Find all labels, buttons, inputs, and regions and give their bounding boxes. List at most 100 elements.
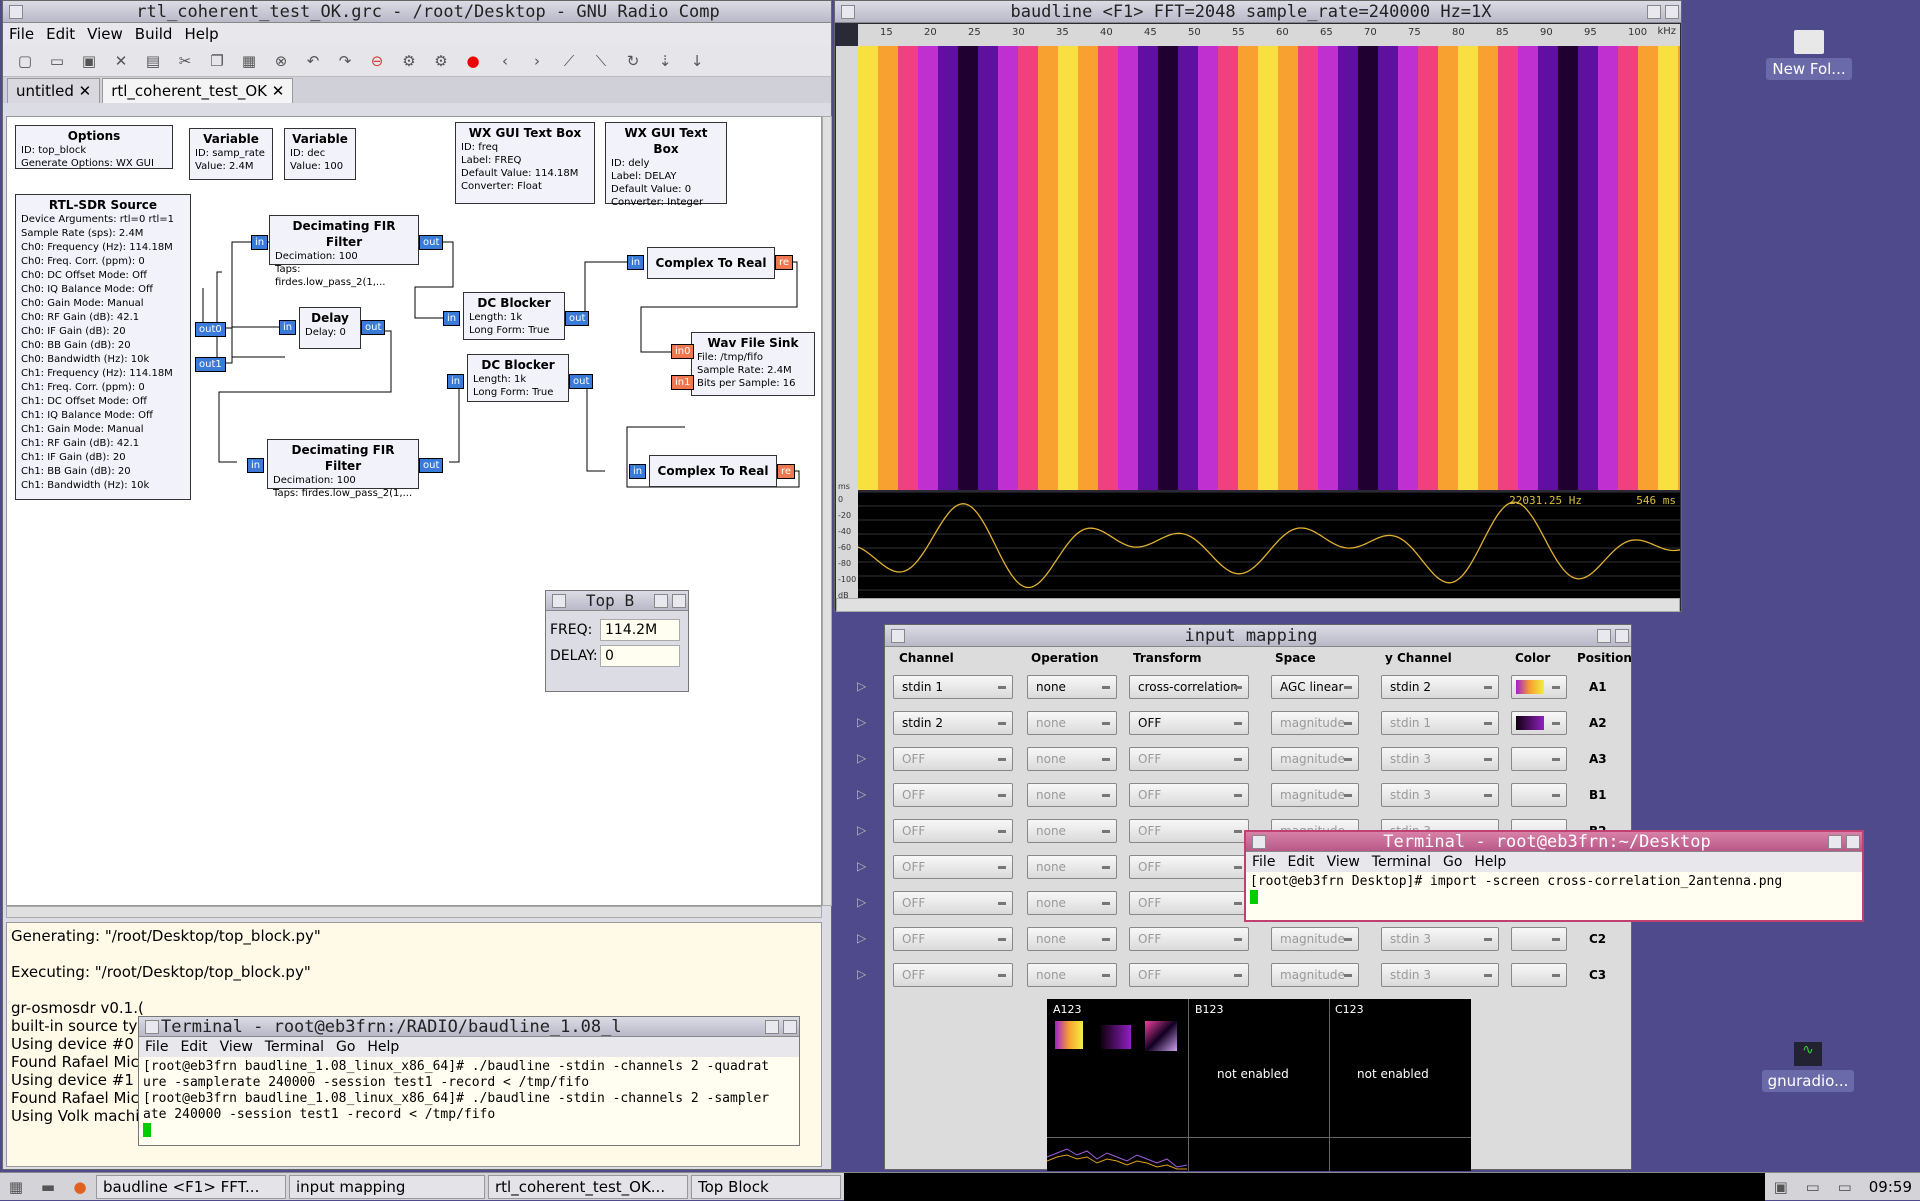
mapping-op-select[interactable]: none bbox=[1027, 675, 1117, 699]
menu-go[interactable]: Go bbox=[336, 1039, 355, 1055]
mapping-color-select[interactable] bbox=[1511, 963, 1567, 987]
port-out[interactable]: out bbox=[569, 374, 594, 389]
mapping-color-select[interactable] bbox=[1511, 783, 1567, 807]
mapping-sp-select[interactable]: magnitude bbox=[1271, 963, 1359, 987]
port-out[interactable]: out bbox=[419, 235, 444, 250]
mapping-color-select[interactable] bbox=[1511, 747, 1567, 771]
port-out[interactable]: out bbox=[565, 311, 590, 326]
workspace-icon[interactable]: ▣ bbox=[1771, 1177, 1791, 1197]
port-in[interactable]: in bbox=[247, 458, 265, 473]
execute-icon[interactable]: ⚙ bbox=[431, 51, 451, 71]
input-mapping-titlebar[interactable]: input mapping bbox=[885, 625, 1631, 647]
new-icon[interactable]: ▢ bbox=[15, 51, 35, 71]
reload-icon[interactable]: ↻ bbox=[623, 51, 643, 71]
port-out[interactable]: out bbox=[419, 458, 444, 473]
baudline-titlebar[interactable]: baudline <F1> FFT=2048 sample_rate=24000… bbox=[835, 1, 1681, 23]
block-wx-freq[interactable]: WX GUI Text Box ID: freq Label: FREQ Def… bbox=[455, 122, 595, 204]
mapping-tr-select[interactable]: OFF bbox=[1129, 855, 1249, 879]
block-rtl-sdr-source[interactable]: RTL-SDR Source Device Arguments: rtl=0 r… bbox=[15, 194, 191, 500]
mapping-sp-select[interactable]: magnitude bbox=[1271, 783, 1359, 807]
minimize-icon[interactable] bbox=[1647, 4, 1661, 19]
menu-edit[interactable]: Edit bbox=[46, 25, 75, 43]
menu-edit[interactable]: Edit bbox=[180, 1039, 207, 1055]
flowgraph-canvas[interactable]: Options ID: top_block Generate Options: … bbox=[6, 116, 822, 906]
disable-icon[interactable]: ⟍ bbox=[591, 51, 611, 71]
window-menu-icon[interactable] bbox=[891, 628, 905, 643]
tab-rtl-coherent[interactable]: rtl_coherent_test_OK ✕ bbox=[102, 78, 294, 103]
port-in[interactable]: in bbox=[447, 374, 465, 389]
maximize-icon[interactable] bbox=[1665, 4, 1679, 19]
window-menu-icon[interactable] bbox=[552, 593, 566, 608]
menu-view[interactable]: View bbox=[1327, 854, 1360, 870]
open-icon[interactable]: ▭ bbox=[47, 51, 67, 71]
mapping-ch-select[interactable]: OFF bbox=[893, 927, 1013, 951]
mapping-yc-select[interactable]: stdin 3 bbox=[1381, 747, 1499, 771]
print-icon[interactable]: ▤ bbox=[143, 51, 163, 71]
mapping-op-select[interactable]: none bbox=[1027, 783, 1117, 807]
mapping-tr-select[interactable]: cross-correlation bbox=[1129, 675, 1249, 699]
port-re[interactable]: re bbox=[775, 255, 794, 270]
mapping-yc-select[interactable]: stdin 3 bbox=[1381, 783, 1499, 807]
mapping-tr-select[interactable]: OFF bbox=[1129, 891, 1249, 915]
terminal-titlebar[interactable]: Terminal - root@eb3frn:/RADIO/baudline_1… bbox=[139, 1017, 799, 1037]
paste-icon[interactable]: ▦ bbox=[239, 51, 259, 71]
oscilloscope-display[interactable]: 22031.25 Hz 546 ms bbox=[857, 491, 1681, 602]
mapping-yc-select[interactable]: stdin 3 bbox=[1381, 963, 1499, 987]
port-out1[interactable]: out1 bbox=[195, 357, 226, 372]
menu-help[interactable]: Help bbox=[367, 1039, 399, 1055]
canvas-v-scrollbar[interactable] bbox=[822, 116, 832, 906]
block-options[interactable]: Options ID: top_block Generate Options: … bbox=[15, 125, 173, 169]
mapping-color-select[interactable] bbox=[1511, 711, 1567, 735]
stop-icon[interactable]: ⊖ bbox=[367, 51, 387, 71]
menu-terminal[interactable]: Terminal bbox=[1372, 854, 1431, 870]
freq-input[interactable]: 114.2M bbox=[600, 619, 680, 641]
menu-edit[interactable]: Edit bbox=[1287, 854, 1314, 870]
maximize-icon[interactable] bbox=[783, 1019, 797, 1034]
mapping-yc-select[interactable]: stdin 3 bbox=[1381, 927, 1499, 951]
window-menu-icon[interactable] bbox=[145, 1019, 159, 1034]
block-dc-blocker-2[interactable]: DC Blocker Length: 1k Long Form: True bbox=[467, 354, 569, 402]
desktop-folder[interactable]: New Fol... bbox=[1766, 30, 1852, 80]
block-delay[interactable]: Delay Delay: 0 bbox=[299, 307, 361, 349]
port-re[interactable]: re bbox=[777, 464, 796, 479]
mapping-ch-select[interactable]: OFF bbox=[893, 963, 1013, 987]
mapping-ch-select[interactable]: OFF bbox=[893, 855, 1013, 879]
port-in[interactable]: in bbox=[279, 320, 297, 335]
block-complex-to-real-2[interactable]: Complex To Real bbox=[649, 455, 777, 487]
mapping-sp-select[interactable]: AGC linear bbox=[1271, 675, 1359, 699]
copy-icon[interactable]: ❐ bbox=[207, 51, 227, 71]
show-desktop-icon[interactable]: ▭ bbox=[1803, 1177, 1823, 1197]
mapping-op-select[interactable]: none bbox=[1027, 927, 1117, 951]
delete-icon[interactable]: ⊗ bbox=[271, 51, 291, 71]
mapping-op-select[interactable]: none bbox=[1027, 891, 1117, 915]
terminal-output[interactable]: [root@eb3frn Desktop]# import -screen cr… bbox=[1246, 872, 1862, 911]
maximize-icon[interactable] bbox=[1615, 628, 1629, 643]
rotate-left-icon[interactable]: ‹ bbox=[495, 51, 515, 71]
firefox-icon[interactable]: ● bbox=[70, 1177, 90, 1197]
menu-help[interactable]: Help bbox=[1474, 854, 1506, 870]
mapping-op-select[interactable]: none bbox=[1027, 963, 1117, 987]
window-menu-icon[interactable] bbox=[1252, 834, 1266, 849]
minimize-icon[interactable] bbox=[765, 1019, 779, 1034]
mapping-tr-select[interactable]: OFF bbox=[1129, 963, 1249, 987]
tab-untitled[interactable]: untitled ✕ bbox=[7, 78, 101, 103]
minimize-icon[interactable] bbox=[1828, 834, 1842, 849]
cut-icon[interactable]: ✂ bbox=[175, 51, 195, 71]
mapping-yc-select[interactable]: stdin 2 bbox=[1381, 675, 1499, 699]
window-menu-icon[interactable] bbox=[9, 4, 23, 19]
enable-icon[interactable]: ⟋ bbox=[559, 51, 579, 71]
start-menu-icon[interactable]: ▦ bbox=[6, 1177, 26, 1197]
maximize-icon[interactable] bbox=[672, 593, 686, 608]
mapping-ch-select[interactable]: OFF bbox=[893, 783, 1013, 807]
find-icon[interactable]: ⇣ bbox=[655, 51, 675, 71]
port-in[interactable]: in bbox=[251, 235, 269, 250]
block-fir-filter-2[interactable]: Decimating FIR Filter Decimation: 100 Ta… bbox=[267, 439, 419, 499]
down-icon[interactable]: ↓ bbox=[687, 51, 707, 71]
mapping-sp-select[interactable]: magnitude bbox=[1271, 711, 1359, 735]
port-in[interactable]: in bbox=[627, 255, 645, 270]
mapping-tr-select[interactable]: OFF bbox=[1129, 819, 1249, 843]
grc-titlebar[interactable]: rtl_coherent_test_OK.grc - /root/Desktop… bbox=[3, 1, 831, 23]
menu-terminal[interactable]: Terminal bbox=[265, 1039, 324, 1055]
terminal-titlebar[interactable]: Terminal - root@eb3frn:~/Desktop bbox=[1246, 832, 1862, 852]
mapping-tr-select[interactable]: OFF bbox=[1129, 927, 1249, 951]
